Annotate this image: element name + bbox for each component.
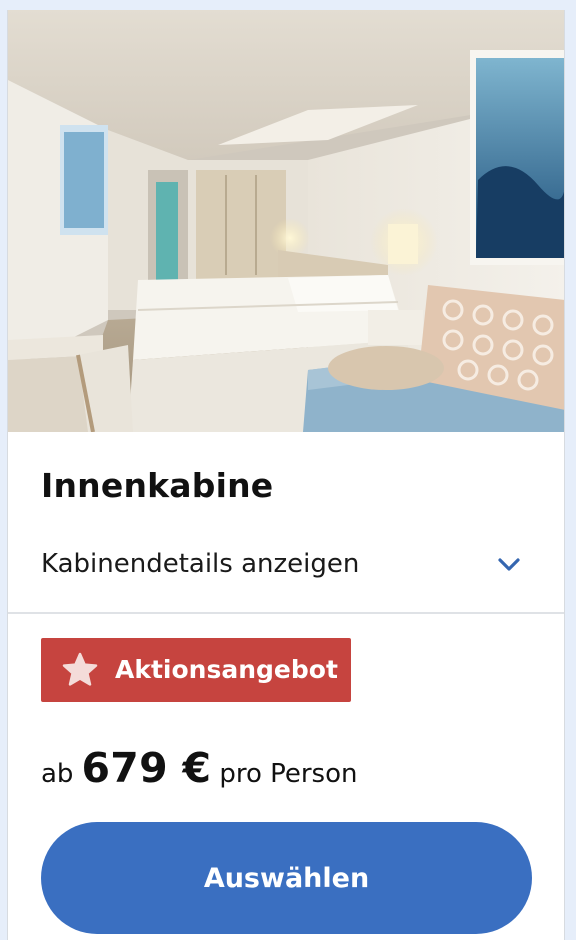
cabin-details-label: Kabinendetails anzeigen [41,549,360,579]
section-divider [8,612,564,614]
price-suffix: pro Person [219,759,358,789]
promo-badge: Aktionsangebot [41,638,351,702]
chevron-down-icon [498,558,520,571]
cabin-photo [8,10,564,432]
promo-badge-label: Aktionsangebot [115,655,338,684]
cabin-details-toggle[interactable]: Kabinendetails anzeigen [8,534,564,614]
select-button[interactable]: Auswählen [41,822,532,934]
price-amount: 679 € [81,744,212,792]
star-icon [62,652,98,686]
price-prefix: ab [41,759,74,789]
cabin-title: Innenkabine [41,466,274,505]
price-line: ab 679 € pro Person [41,744,358,792]
cabin-card: Innenkabine Kabinendetails anzeigen Akti… [7,10,565,940]
